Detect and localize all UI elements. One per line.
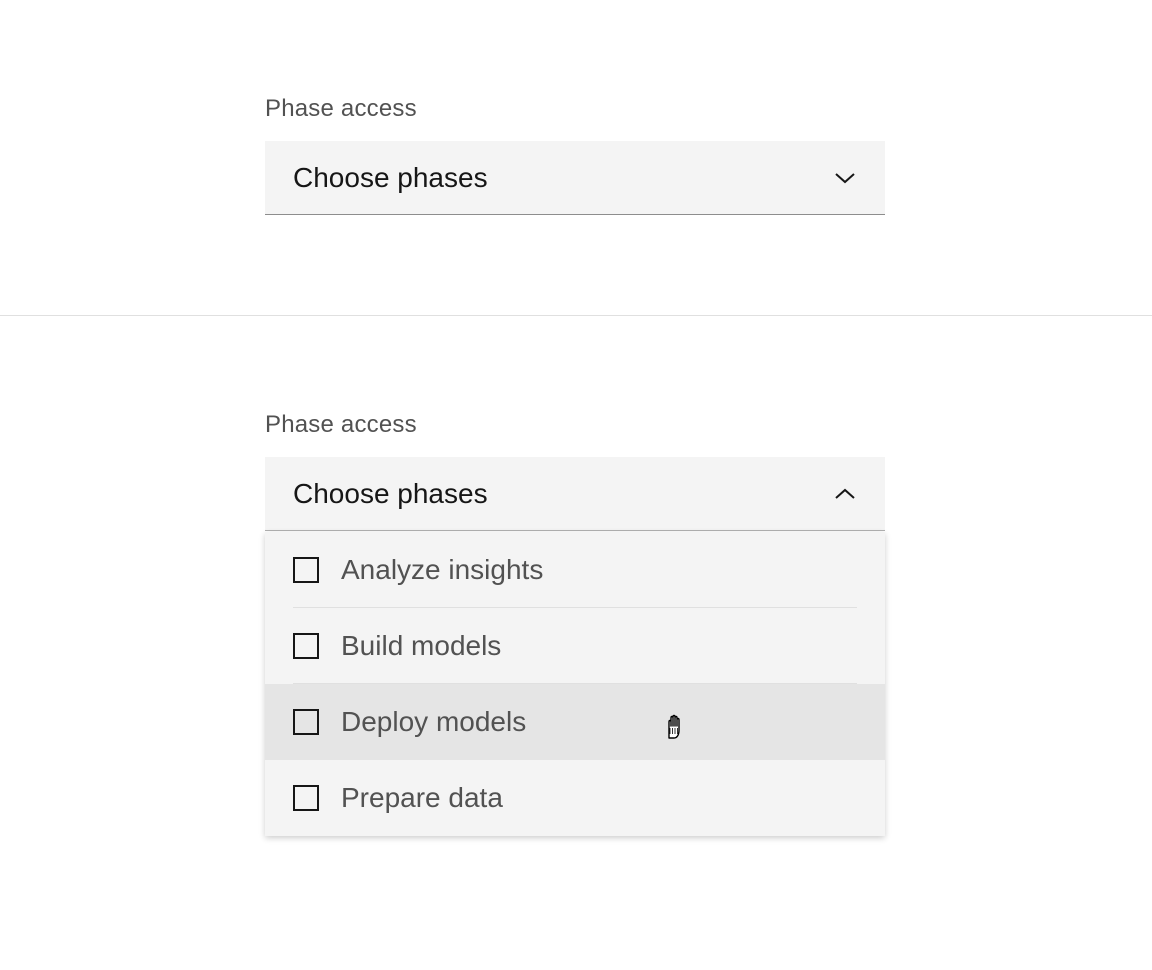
phase-access-section-closed: Phase access Choose phases — [0, 0, 1152, 315]
phase-access-label: Phase access — [265, 95, 887, 123]
option-label: Analyze insights — [341, 554, 543, 586]
dropdown-trigger-text: Choose phases — [293, 478, 488, 510]
checkbox[interactable] — [293, 557, 319, 583]
checkbox[interactable] — [293, 633, 319, 659]
phase-dropdown-open: Choose phases Analyze insights Build mod… — [265, 457, 885, 531]
phase-access-label: Phase access — [265, 411, 887, 439]
dropdown-trigger[interactable]: Choose phases — [265, 457, 885, 531]
option-prepare-data[interactable]: Prepare data — [265, 760, 885, 836]
phase-dropdown-closed: Choose phases — [265, 141, 885, 215]
chevron-down-icon — [833, 166, 857, 190]
chevron-up-icon — [833, 482, 857, 506]
dropdown-menu: Analyze insights Build models Deploy mod… — [265, 532, 885, 836]
option-build-models[interactable]: Build models — [265, 608, 885, 684]
checkbox[interactable] — [293, 709, 319, 735]
option-label: Deploy models — [341, 706, 526, 738]
option-label: Build models — [341, 630, 501, 662]
pointer-cursor-icon — [660, 708, 690, 747]
dropdown-trigger-text: Choose phases — [293, 162, 488, 194]
option-analyze-insights[interactable]: Analyze insights — [265, 532, 885, 608]
checkbox[interactable] — [293, 785, 319, 811]
dropdown-trigger[interactable]: Choose phases — [265, 141, 885, 215]
option-label: Prepare data — [341, 782, 503, 814]
option-deploy-models[interactable]: Deploy models — [265, 684, 885, 760]
phase-access-section-open: Phase access Choose phases Analyze insig… — [0, 316, 1152, 631]
